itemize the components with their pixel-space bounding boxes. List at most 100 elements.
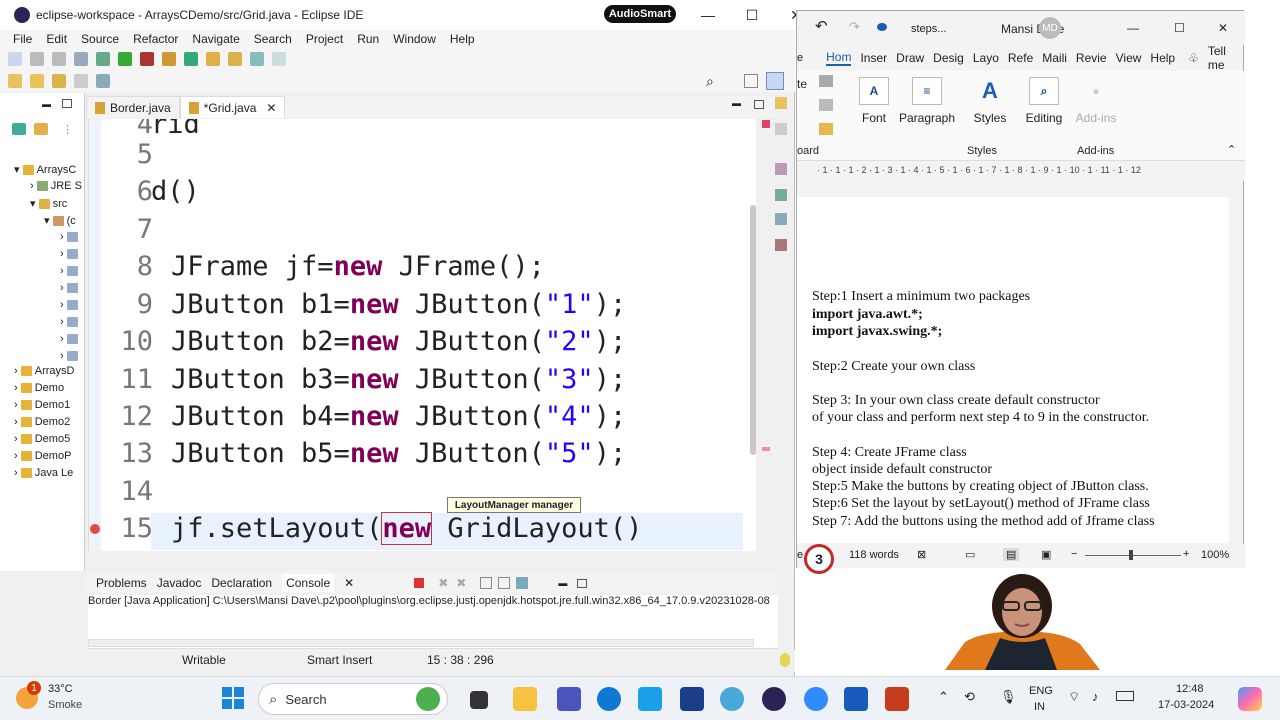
java-file-item[interactable]: › [60, 316, 81, 328]
tab-problems[interactable]: Problems [96, 576, 147, 590]
print-layout-icon[interactable]: ▤ [1003, 548, 1020, 561]
styles-group[interactable]: A Styles [967, 77, 1013, 125]
console-output[interactable] [88, 611, 778, 649]
tree-item[interactable]: › Demo5 [14, 433, 70, 445]
language-indicator[interactable]: ENG [1029, 685, 1053, 697]
menu-refactor[interactable]: Refactor [133, 32, 178, 46]
bookmarks-icon[interactable] [775, 189, 787, 201]
weather-desc[interactable]: Smoke [48, 699, 82, 711]
tab-review[interactable]: Revie [1076, 51, 1107, 65]
tab-file-partial[interactable]: e [797, 52, 803, 64]
tab-draw[interactable]: Draw [896, 51, 924, 65]
powerpoint-icon[interactable] [885, 687, 909, 711]
tab-design[interactable]: Desig [933, 51, 964, 65]
close-console-icon[interactable]: ✕ [344, 576, 354, 590]
web-layout-icon[interactable]: ▣ [1041, 548, 1051, 561]
minimize-editor-icon[interactable]: ▬ [732, 98, 741, 108]
redo-icon[interactable]: ↷ [849, 19, 860, 35]
tree-item[interactable]: › Demo [14, 382, 64, 394]
format-painter-icon[interactable] [819, 123, 833, 135]
save-all-icon[interactable] [52, 52, 66, 66]
tree-item[interactable]: › Java Le [14, 467, 73, 479]
tab-view[interactable]: View [1116, 51, 1142, 65]
zoom-out-icon[interactable]: − [1071, 548, 1077, 560]
error-marker-icon[interactable] [90, 524, 100, 534]
collapse-ribbon-icon[interactable]: ⌃ [1227, 143, 1236, 156]
maps-icon[interactable] [720, 687, 744, 711]
terminal-icon[interactable] [74, 52, 88, 66]
tab-console[interactable]: Console [282, 574, 335, 592]
java-file-item[interactable]: › [60, 299, 81, 311]
menu-source[interactable]: Source [81, 32, 119, 46]
toggle-mark-icon[interactable] [272, 52, 286, 66]
document-page[interactable]: Step:1 Insert a minimum two packages imp… [797, 197, 1229, 543]
file-explorer-icon[interactable] [513, 687, 537, 711]
tip-bulb-icon[interactable] [780, 653, 790, 667]
tab-help[interactable]: Help [1150, 51, 1175, 65]
pin-console-icon[interactable] [516, 577, 529, 589]
tree-item[interactable]: › DemoP [14, 450, 71, 462]
cut-icon[interactable] [819, 75, 833, 87]
tab-references[interactable]: Refe [1008, 51, 1033, 65]
font-group[interactable]: A Font [849, 77, 899, 125]
remove-launch-icon[interactable]: ✖ [438, 576, 448, 590]
screen-recorder-icon[interactable] [638, 687, 662, 711]
word-wrap-icon[interactable] [498, 577, 511, 589]
word-count[interactable]: 118 words [849, 549, 899, 561]
java-file-item[interactable]: › [60, 282, 81, 294]
paragraph-group[interactable]: ≡ Paragraph [897, 77, 957, 125]
overview-marker[interactable] [762, 447, 770, 451]
tree-item[interactable]: › Demo1 [14, 399, 70, 411]
proofing-icon[interactable]: ⊠ [917, 548, 926, 561]
sync-icon[interactable]: ⟲ [964, 689, 975, 705]
java-perspective-icon[interactable] [766, 72, 784, 90]
pin-editor-icon[interactable] [96, 74, 110, 88]
scroll-lock-icon[interactable] [480, 577, 493, 589]
start-icon[interactable] [222, 687, 244, 709]
new-class-icon[interactable] [184, 52, 198, 66]
read-mode-icon[interactable]: ▭ [965, 548, 975, 561]
coverage-icon[interactable] [140, 52, 154, 66]
maximize-view-icon[interactable] [62, 99, 72, 108]
task-list-icon[interactable] [775, 123, 787, 135]
annotation-icon[interactable] [250, 52, 264, 66]
link-editor-icon[interactable] [34, 123, 48, 135]
menu-edit[interactable]: Edit [46, 32, 67, 46]
avatar[interactable]: MD [1039, 17, 1061, 39]
java-file-item[interactable]: › [60, 333, 81, 345]
menu-run[interactable]: Run [357, 32, 379, 46]
search-icon[interactable]: ⌕ [706, 73, 714, 90]
outline-icon[interactable] [775, 97, 787, 109]
addins-group[interactable]: ● Add-ins [1071, 77, 1121, 125]
tab-mailings[interactable]: Maili [1042, 51, 1067, 65]
minimize-console-icon[interactable]: ▬ [558, 578, 567, 588]
menu-window[interactable]: Window [393, 32, 436, 46]
servers-icon[interactable] [775, 239, 787, 251]
language-region[interactable]: IN [1034, 701, 1045, 713]
zoom-level[interactable]: 100% [1201, 549, 1229, 561]
tree-item[interactable]: ▾ (c [44, 214, 76, 227]
menu-search[interactable]: Search [254, 32, 292, 46]
menu-file[interactable]: File [13, 32, 32, 46]
tree-item[interactable]: › Demo2 [14, 416, 70, 428]
tree-item[interactable]: › ArraysD [14, 365, 74, 377]
tab-javadoc[interactable]: Javadoc [157, 576, 202, 590]
teams-icon[interactable] [557, 687, 581, 711]
copy-icon[interactable] [819, 99, 833, 111]
tab-border-java[interactable]: Border.java [86, 96, 180, 118]
eclipse-taskbar-icon[interactable] [762, 687, 786, 711]
zoom-in-icon[interactable]: + [1183, 548, 1189, 560]
remove-all-icon[interactable]: ✖ [456, 576, 466, 590]
editor-scrollbar[interactable] [750, 205, 756, 455]
tree-item[interactable]: › JRE S [30, 180, 82, 192]
close-tab-icon[interactable]: ✕ [266, 101, 276, 115]
code-editor[interactable]: 4 rid 5 6 d() 7 8 JFrame jf=new JFrame()… [88, 119, 756, 551]
weather-temp[interactable]: 33°C [48, 683, 73, 695]
java-file-item[interactable]: › [60, 248, 81, 260]
zoom-slider[interactable] [1085, 555, 1181, 556]
paste-label-partial[interactable]: te [797, 77, 807, 91]
debug-icon[interactable] [96, 52, 110, 66]
tell-me-search[interactable]: Tell me [1208, 44, 1236, 72]
new-package-icon[interactable] [162, 52, 176, 66]
undo-icon[interactable]: ↶ [815, 17, 828, 35]
